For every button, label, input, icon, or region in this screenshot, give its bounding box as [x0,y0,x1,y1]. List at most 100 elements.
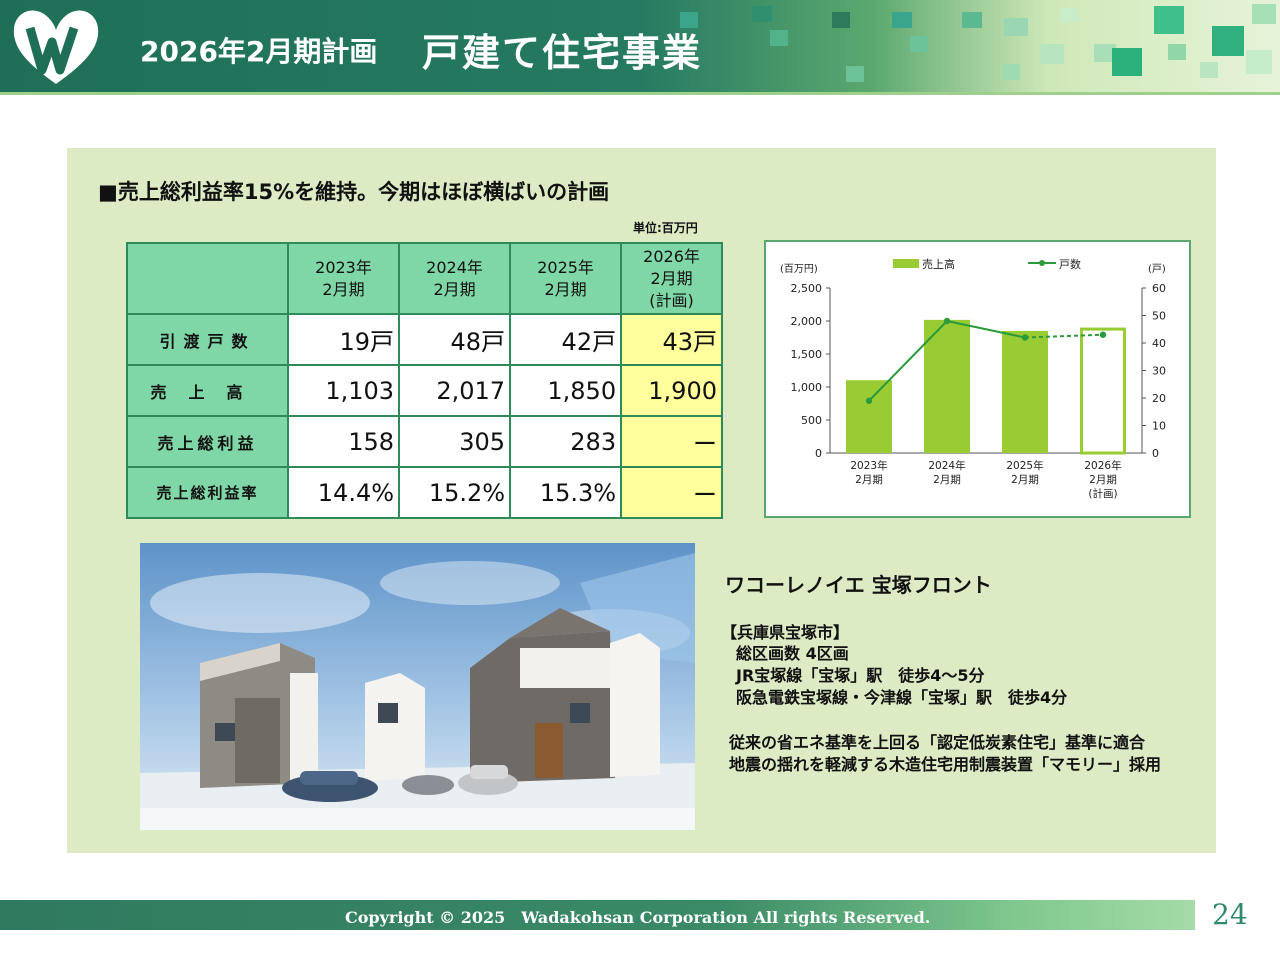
row-label: 売上総利益率 [126,466,289,519]
y-tick-label-right: 10 [1152,420,1166,433]
header-underline [0,92,1280,95]
property-photo [140,543,695,830]
house-illustration [140,543,695,830]
table-cell-plan: 43戸 [620,313,723,366]
decor-square [892,12,912,28]
decor-square [1060,8,1078,22]
y-tick-label-right: 30 [1152,365,1166,378]
table-cell: 305 [398,415,512,468]
table-corner [126,242,289,315]
legend-marker-units [1039,260,1045,266]
section-title: 戸建て住宅事業 [422,31,703,75]
table-cell: 2,017 [398,364,512,417]
property-feature-energy: 従来の省エネ基準を上回る「認定低炭素住宅」基準に適合 [729,733,1146,752]
table-cell: 19戸 [286,313,401,366]
table-cell-plan: ー [620,415,723,468]
headline: ■売上総利益率15%を維持。今期はほぼ横ばいの計画 [98,180,610,204]
table-cell: 48戸 [398,313,512,366]
decor-square [1212,26,1244,56]
company-logo [13,10,99,84]
legend-label-sales: 売上高 [922,257,955,271]
decor-square [1002,64,1020,80]
decor-square [1004,18,1028,36]
table-cell: 1,850 [509,364,623,417]
copyright-text: Copyright © 2025 Wadakohsan Corporation … [345,908,931,927]
y-tick-label-left: 1,500 [791,348,823,361]
table-cell: 14.4% [286,466,401,519]
decor-square [1168,44,1186,60]
row-label: 引渡戸数 [126,313,289,366]
property-feature-seismic: 地震の揺れを軽減する木造住宅用制震装置「マモリー」採用 [729,755,1162,774]
table-cell: 15.3% [509,466,623,519]
line-point-units [865,397,873,404]
y-tick-label-left: 1,000 [791,381,823,394]
table-cell: 15.2% [398,466,512,519]
property-access-jr: JR宝塚線「宝塚」駅 徒歩4～5分 [736,666,985,685]
decor-square [962,12,982,28]
x-tick-label: 2025年 [1006,459,1043,472]
column-header: 2025年 2月期 [509,242,623,315]
row-label: 売上総利益 [126,415,289,468]
y-tick-label-left: 2,000 [791,315,823,328]
decor-square [910,36,928,52]
x-tick-label: 2月期 [855,474,883,486]
sales-chart: 0 500 1,000 1,500 2,000 2,500 0 10 20 30 40 50 60 (百万… [764,240,1191,518]
y-tick-label-left: 2,500 [791,282,823,295]
line-point-units [1099,331,1107,338]
y-tick-label-right: 50 [1152,310,1166,323]
x-tick-label: 2026年 [1084,459,1121,472]
y-tick-label-right: 0 [1152,447,1159,460]
decor-square [1252,4,1276,24]
x-tick-label: 2月期 [1089,474,1117,486]
table-cell: 1,103 [286,364,401,417]
unit-label: 単位:百万円 [633,221,698,235]
page-number: 24 [1212,898,1248,931]
line-point-units [1021,334,1029,341]
bar-sales [1002,330,1048,453]
table-row: 売上高 1,103 2,017 1,850 1,900 [126,364,723,417]
column-header-plan: 2026年 2月期 (計画) [620,242,723,315]
results-table: 2023年 2月期 2024年 2月期 2025年 2月期 2026年 2月期 … [126,242,723,519]
y-tick-label-right: 60 [1152,282,1166,295]
column-header: 2024年 2月期 [398,242,512,315]
row-label: 売上高 [126,364,289,417]
period-title: 2026年2月期計画 [140,35,378,68]
decor-square [832,12,850,28]
table-cell: 158 [286,415,401,468]
y-axis-label-right: (戸) [1148,263,1166,275]
x-tick-label: (計画) [1088,487,1117,500]
bar-sales [924,319,970,453]
table-row: 売上総利益 158 305 283 ー [126,415,723,468]
decor-square [1040,44,1064,64]
decor-square [770,30,788,46]
decor-square [1246,50,1272,74]
bar-sales [846,380,892,453]
property-lots: 総区画数 4区画 [736,644,849,663]
y-tick-label-left: 0 [815,447,822,460]
bar-sales-plan [1080,327,1126,455]
x-tick-label: 2023年 [850,459,887,472]
line-point-units [943,317,951,325]
decor-square [752,6,772,22]
y-tick-label-left: 500 [801,414,822,427]
property-name: ワコーレノイエ 宝塚フロント [725,573,992,597]
legend-swatch-sales [893,259,919,268]
decor-square [1200,62,1218,78]
y-tick-label-right: 40 [1152,337,1166,350]
x-tick-label: 2月期 [933,474,961,486]
decor-square [680,12,698,28]
property-access-hankyu: 阪急電鉄宝塚線・今津線「宝塚」駅 徒歩4分 [736,688,1068,707]
legend-label-units: 戸数 [1059,258,1081,271]
decor-square [846,66,864,82]
table-cell: 283 [509,415,623,468]
table-cell-plan: ー [620,466,723,519]
header-bar: 2026年2月期計画 戸建て住宅事業 [0,0,1280,92]
x-tick-label: 2024年 [928,459,965,472]
chart-canvas: 0 500 1,000 1,500 2,000 2,500 0 10 20 30 40 50 60 (百万… [780,257,1166,500]
x-tick-label: 2月期 [1011,474,1039,486]
y-tick-label-right: 20 [1152,392,1166,405]
column-header: 2023年 2月期 [286,242,401,315]
decor-square [1154,6,1184,34]
table-cell-plan: 1,900 [620,364,723,417]
decor-square [1112,48,1142,76]
